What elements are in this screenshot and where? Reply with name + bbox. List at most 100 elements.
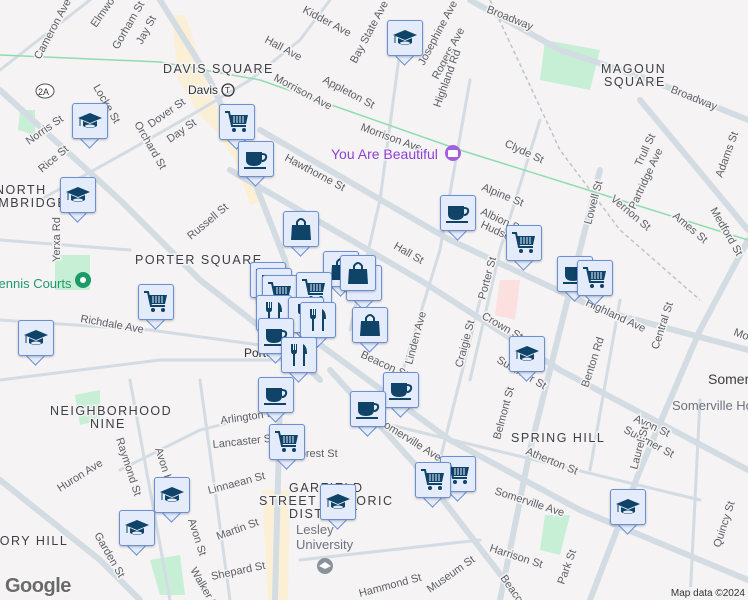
street-label: Hammond St [358, 572, 423, 600]
school-marker[interactable] [320, 484, 356, 530]
street-label: Rice St [36, 143, 71, 175]
street-label: Linnaean St [207, 470, 267, 497]
area-label: NORTH [0, 183, 47, 197]
area-label: NEIGHBORHOOD [50, 404, 172, 418]
area-label: MAGOUN [601, 62, 666, 76]
school-icon [119, 510, 155, 546]
street-label: Adams St [714, 130, 742, 179]
cart-icon [138, 284, 174, 320]
street-label: Montrose St [732, 327, 748, 359]
school-icon [18, 320, 54, 356]
coffee-icon [383, 372, 419, 408]
street-label: Lowell St [582, 180, 605, 226]
street-label: Martin St [215, 516, 260, 542]
coffee-marker[interactable] [440, 195, 476, 241]
street-label: Russell St [185, 201, 231, 242]
street-label: Avon St [185, 517, 208, 557]
station-label[interactable]: Davis [187, 82, 220, 99]
bag-marker[interactable] [352, 307, 388, 353]
coffee-marker[interactable] [258, 377, 294, 423]
route-shield-2a: 2A [35, 83, 55, 99]
street-label: Medford St [707, 206, 744, 259]
coffee-icon [440, 195, 476, 231]
bag-icon [283, 211, 319, 247]
poi-lesley-university[interactable]: Lesley University [296, 522, 354, 574]
coffee-icon [238, 141, 274, 177]
street-label: Quincy St [711, 500, 737, 549]
poi-you-are-beautiful[interactable]: You Are Beautiful [330, 145, 461, 164]
school-marker[interactable] [119, 510, 155, 556]
school-marker[interactable] [18, 320, 54, 366]
street-label: Lancaster St [212, 433, 275, 451]
street-label: Atherton St [524, 446, 580, 478]
coffee-marker[interactable] [383, 372, 419, 418]
street-label: Broadway [485, 4, 535, 34]
street-label: Porter St [476, 256, 499, 301]
city-label: Somerville [708, 371, 748, 387]
cart-icon [219, 104, 255, 140]
street-label: Broadway [669, 84, 719, 114]
school-icon [320, 484, 356, 520]
transit-icon-glyph: T [225, 86, 230, 95]
davis-station[interactable]: Davis T [187, 82, 235, 99]
street-label: Linden Ave [403, 310, 429, 366]
school-icon [154, 477, 190, 513]
street-label: Hall Ave [263, 34, 304, 63]
bag-icon [352, 307, 388, 343]
school-marker[interactable] [154, 477, 190, 523]
bag-icon [340, 255, 376, 291]
street-label: Kidder Ave [301, 4, 353, 39]
school-marker[interactable] [509, 336, 545, 382]
school-icon [60, 177, 96, 213]
bag-marker[interactable] [283, 211, 319, 257]
poi-label[interactable]: You Are Beautiful [330, 145, 440, 164]
area-label: SPRING HILL [511, 431, 605, 445]
cart-icon [577, 260, 613, 296]
coffee-icon [350, 391, 386, 427]
street-label: Cameron Ave [32, 0, 74, 61]
street-label: Ames St [670, 210, 710, 246]
street-label: Clyde St [503, 138, 546, 166]
area-label: CAMBRIDGE [0, 196, 67, 210]
area-label: DAVIS SQUARE [163, 62, 274, 76]
street-label: Shepard St [210, 560, 266, 583]
poi-label[interactable]: Tennis Courts [0, 276, 72, 291]
cart-icon [269, 424, 305, 460]
cart-marker[interactable] [269, 424, 305, 470]
coffee-marker[interactable] [350, 391, 386, 437]
cart-marker[interactable] [506, 225, 542, 271]
street-label: Raymond St [113, 436, 143, 497]
street-label: Richdale Ave [79, 313, 144, 336]
street-label: Huron Ave [55, 457, 105, 494]
area-label: OBSERVATORY HILL [0, 534, 68, 548]
cart-icon [506, 225, 542, 261]
school-icon [509, 336, 545, 372]
route-number: 2A [38, 87, 49, 97]
cart-marker[interactable] [577, 260, 613, 306]
school-marker[interactable] [610, 489, 646, 535]
street-label: Museum St [425, 554, 477, 596]
fork-icon [281, 337, 317, 373]
school-icon [610, 489, 646, 525]
cart-icon [415, 462, 451, 498]
street-label: Somerville Ave [493, 485, 566, 519]
cart-marker[interactable] [138, 284, 174, 330]
area-label: SQUARE [604, 75, 666, 89]
cart-marker[interactable] [415, 462, 451, 508]
school-icon [72, 103, 108, 139]
coffee-marker[interactable] [238, 141, 274, 187]
street-label: Somerville Hospital [672, 398, 748, 413]
street-label: Yerxa Rd [51, 217, 63, 262]
google-logo: Google [5, 575, 71, 597]
street-label: Hall St [392, 240, 426, 267]
school-marker[interactable] [387, 20, 423, 66]
school-marker[interactable] [60, 177, 96, 223]
school-marker[interactable] [72, 103, 108, 149]
poi-label[interactable]: University [296, 537, 354, 552]
street-label: Bay State Ave [348, 0, 391, 65]
fork-marker[interactable] [281, 337, 317, 383]
fork-icon [300, 302, 336, 338]
school-icon [387, 20, 423, 56]
area-label: NINE [90, 417, 126, 431]
map-data-credit[interactable]: Map data ©2024 [667, 587, 748, 600]
